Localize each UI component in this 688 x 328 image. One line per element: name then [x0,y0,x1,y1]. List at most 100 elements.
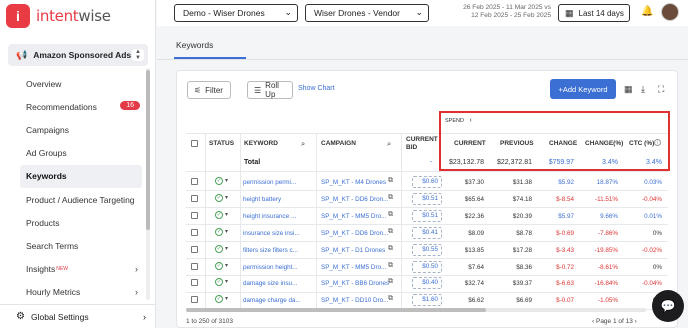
row-checkbox[interactable] [191,296,198,304]
external-link-icon[interactable]: ⧉ [388,177,393,185]
bid-input[interactable]: $0.51 [412,209,442,222]
header-campaign[interactable]: CAMPAIGN [321,140,356,147]
date-preset-button[interactable]: ▦ Last 14 days [558,4,630,22]
bid-input[interactable]: $0.50 [412,260,442,273]
next-page-icon[interactable]: › [633,318,637,325]
chevron-down-icon[interactable]: ▾ [225,211,228,218]
header-keyword[interactable]: KEYWORD [244,140,278,147]
chat-icon[interactable]: 💬 [652,290,684,322]
sidebar-scroll-thumb[interactable] [146,70,150,230]
table-row[interactable]: ✓ ▾ damage size insu... SP_M_KT - BB6 Drone… [186,275,668,292]
table-row[interactable]: ✓ ▾ filters size filters c... SP_M_KT - D1 … [186,242,668,259]
sidebar-item-products[interactable]: Products [20,211,142,234]
bid-input[interactable]: $0.41 [412,226,442,239]
external-link-icon[interactable]: ⧉ [388,295,393,303]
external-link-icon[interactable]: ⧉ [388,262,393,270]
sidebar-item-insights[interactable]: Insights NEW › [20,258,142,281]
table-row[interactable]: ✓ ▾ height battery SP_M_KT - DD6 Dron... ⧉ $0… [186,191,668,208]
check-circle-icon[interactable]: ✓ [215,278,223,287]
sidebar-scrollbar[interactable] [146,68,150,300]
logo[interactable]: i intentwise [6,4,111,28]
keyword-link[interactable]: height insurance ... [243,213,296,220]
external-link-icon[interactable]: ⧉ [388,211,393,219]
table-row[interactable]: ✓ ▾ permission height... SP_M_KT - MM5 Dro.… [186,259,668,276]
keyword-link[interactable]: permission permi... [243,179,296,186]
campaign-link[interactable]: SP_M_KT - D1 Drones [321,247,385,254]
sidebar-item-keywords[interactable]: Keywords [20,164,142,188]
campaign-link[interactable]: SP_M_KT - MM5 Dro... [321,213,386,220]
campaign-link[interactable]: SP_M_KT - BB6 Drones [321,280,389,287]
check-circle-icon[interactable]: ✓ [215,227,223,236]
external-link-icon[interactable]: ⧉ [388,194,393,202]
table-row[interactable]: ✓ ▾ insurance size insi... SP_M_KT - DD6 Dr… [186,225,668,242]
keyword-link[interactable]: filters size filters c... [243,247,298,254]
global-settings[interactable]: ⚙ Global Settings › [0,304,156,328]
keyword-link[interactable]: insurance size insi... [243,230,300,237]
row-checkbox[interactable] [191,178,198,185]
chevron-down-icon[interactable]: ▾ [225,228,228,235]
sidebar-item-recommendations[interactable]: Recommendations 16 [20,95,142,118]
bell-icon[interactable]: 🔔 [641,6,653,17]
search-icon[interactable]: ⌕ [301,139,305,149]
show-chart-link[interactable]: Show Chart [298,85,335,92]
sidebar-item-ad-groups[interactable]: Ad Groups [20,142,142,165]
chevron-down-icon[interactable]: ▾ [225,245,228,252]
check-circle-icon[interactable]: ✓ [215,244,223,253]
bid-input[interactable]: $0.40 [412,277,442,290]
table-row[interactable]: ✓ ▾ damage charge da... SP_M_KT - DD10 Dro.… [186,292,668,309]
bid-input[interactable]: $1.60 [412,294,442,307]
account-dropdown[interactable]: Demo - Wiser Drones ⌄ [174,4,298,22]
external-link-icon[interactable]: ⧉ [388,245,393,253]
chevron-down-icon[interactable]: ▾ [225,262,228,269]
row-checkbox[interactable] [191,262,198,270]
search-icon[interactable]: ⌕ [387,139,391,149]
campaign-link[interactable]: SP_M_KT - DD6 Dron... [321,230,388,237]
campaign-link[interactable]: SP_M_KT - DD10 Dro... [321,297,388,304]
check-circle-icon[interactable]: ✓ [215,193,223,202]
table-row[interactable]: ✓ ▾ permission permi... SP_M_KT - M4 Drones… [186,174,668,191]
check-circle-icon[interactable]: ✓ [215,177,223,185]
header-status[interactable]: STATUS [209,140,234,147]
rollup-button[interactable]: ☰ Roll Up [247,81,293,99]
sidebar-item-overview[interactable]: Overview [20,72,142,95]
external-link-icon[interactable]: ⧉ [388,228,393,236]
row-checkbox[interactable] [191,194,198,202]
keyword-link[interactable]: height battery [243,196,281,203]
bid-input[interactable]: $0.60 [412,176,442,188]
check-circle-icon[interactable]: ✓ [215,210,223,219]
keyword-link[interactable]: damage charge da... [243,297,301,304]
chevron-down-icon[interactable]: ▾ [225,194,228,201]
campaign-link[interactable]: SP_M_KT - M4 Drones [321,179,386,186]
table-row[interactable]: ✓ ▾ height insurance ... SP_M_KT - MM5 Dro.… [186,208,668,225]
table-view-icon[interactable]: ▦ [624,84,633,95]
check-circle-icon[interactable]: ✓ [215,261,223,270]
filter-button[interactable]: ⚟ Filter [187,81,231,99]
row-checkbox[interactable] [191,245,198,253]
table-scroll-thumb[interactable] [186,308,486,312]
chevron-down-icon[interactable]: ▾ [225,278,228,285]
app-selector[interactable]: 📢 Amazon Sponsored Ads ▲ ▼ [8,44,148,66]
campaign-link[interactable]: SP_M_KT - DD6 Dron... [321,196,388,203]
row-checkbox[interactable] [191,228,198,236]
sidebar-item-search-terms[interactable]: Search Terms [20,234,142,257]
campaign-link[interactable]: SP_M_KT - MM5 Dro... [321,264,386,271]
select-all-checkbox[interactable] [191,140,198,147]
avatar[interactable] [661,3,679,21]
sidebar-item-hourly-metrics[interactable]: Hourly Metrics › [20,281,142,304]
external-link-icon[interactable]: ⧉ [388,278,393,286]
sidebar-item-campaigns[interactable]: Campaigns [20,118,142,141]
add-keyword-button[interactable]: +Add Keyword [550,79,616,99]
bid-input[interactable]: $0.51 [412,192,442,205]
table-horizontal-scrollbar[interactable] [186,308,646,312]
expand-icon[interactable]: ⛶ [658,84,664,95]
header-current-bid[interactable]: CURRENT BID [406,136,438,152]
row-checkbox[interactable] [191,211,198,219]
chevron-down-icon[interactable]: ▾ [225,295,228,302]
chevron-down-icon[interactable]: ▾ [225,177,228,184]
keyword-link[interactable]: damage size insu... [243,280,297,287]
bid-input[interactable]: $0.55 [412,243,442,256]
row-checkbox[interactable] [191,279,198,287]
tab-keywords[interactable]: Keywords [176,40,213,50]
download-icon[interactable]: ⤓ [641,84,645,95]
sidebar-item-product-audience-targeting[interactable]: Product / Audience Targeting [20,188,142,211]
